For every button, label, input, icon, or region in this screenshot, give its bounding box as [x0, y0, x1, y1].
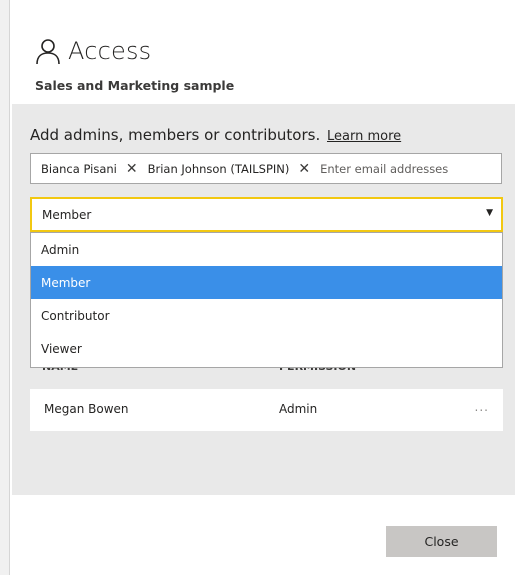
role-select[interactable]: Member ▼	[30, 197, 503, 232]
dataset-subtitle: Sales and Marketing sample	[35, 78, 235, 93]
add-users-text: Add admins, members or contributors.	[30, 126, 321, 144]
page-title: Access	[68, 37, 152, 65]
role-select-value: Member	[42, 207, 92, 222]
member-permission: Admin	[279, 402, 318, 416]
chip-label: Bianca Pisani	[41, 161, 117, 176]
role-option-viewer[interactable]: Viewer	[31, 332, 502, 365]
email-input[interactable]	[320, 161, 461, 176]
more-options-icon[interactable]: ...	[475, 400, 489, 414]
chip-label: Brian Johnson (TAILSPIN)	[147, 161, 290, 176]
table-row: Megan Bowen Admin ...	[30, 389, 503, 431]
close-icon[interactable]: ✕	[298, 161, 310, 177]
user-chip: Bianca Pisani ✕	[41, 161, 138, 177]
background-window-edge	[0, 0, 10, 575]
role-option-admin[interactable]: Admin	[31, 233, 502, 266]
role-option-member[interactable]: Member	[31, 266, 502, 299]
add-users-label: Add admins, members or contributors. Lea…	[30, 126, 401, 144]
role-dropdown-list: Admin Member Contributor Viewer	[30, 232, 503, 368]
email-addresses-field[interactable]: Bianca Pisani ✕ Brian Johnson (TAILSPIN)…	[30, 153, 502, 184]
role-option-contributor[interactable]: Contributor	[31, 299, 502, 332]
person-icon	[36, 39, 60, 65]
close-icon[interactable]: ✕	[126, 161, 138, 177]
caret-down-icon: ▼	[486, 208, 493, 218]
dialog-header: Access	[34, 34, 151, 68]
close-button[interactable]: Close	[386, 526, 497, 557]
member-name: Megan Bowen	[44, 402, 129, 416]
user-chip: Brian Johnson (TAILSPIN) ✕	[148, 161, 311, 177]
title-row: Access	[34, 34, 151, 68]
learn-more-link[interactable]: Learn more	[327, 129, 401, 144]
